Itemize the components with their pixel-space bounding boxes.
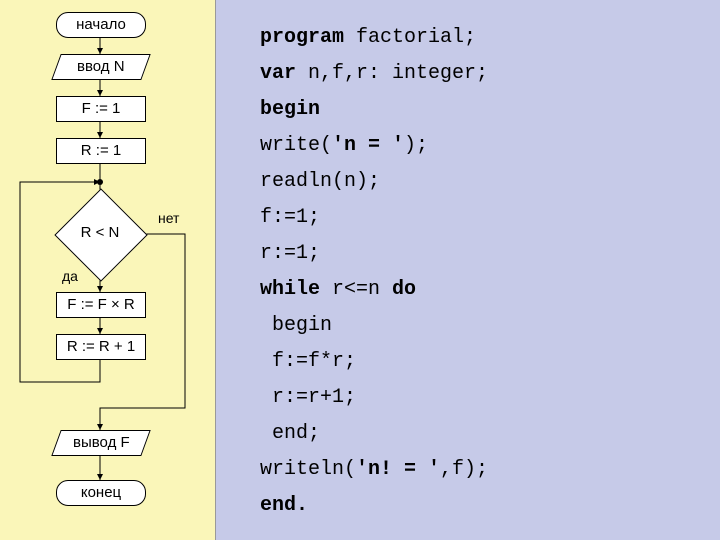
kw-begin: begin <box>260 98 320 121</box>
txt-l1: factorial; <box>344 26 476 49</box>
code-line-8: while r<=n do <box>260 272 488 308</box>
code-line-6: f:=1; <box>260 200 488 236</box>
txt-l5: readln(n); <box>260 170 380 193</box>
txt-l11: r:=r+1; <box>260 386 356 409</box>
flow-proc-f1: F := 1 <box>56 96 146 122</box>
txt-l4a: write( <box>260 134 332 157</box>
flow-proc-f1-label: F := 1 <box>82 100 121 117</box>
flow-proc-r1: R := 1 <box>56 138 146 164</box>
kw-while: while <box>260 278 320 301</box>
code-line-5: readln(n); <box>260 164 488 200</box>
code-line-13: writeln('n! = ',f); <box>260 452 488 488</box>
code-line-9: begin <box>260 308 488 344</box>
flow-proc-inc: R := R + 1 <box>56 334 146 360</box>
code-line-14: end. <box>260 488 488 524</box>
txt-l13b: ,f); <box>440 458 488 481</box>
flow-proc-fr: F := F × R <box>56 292 146 318</box>
flow-input: ввод N <box>51 54 150 80</box>
flow-start: начало <box>56 12 146 38</box>
code-line-12: end; <box>260 416 488 452</box>
flow-input-label: ввод N <box>77 55 125 79</box>
code-line-10: f:=f*r; <box>260 344 488 380</box>
flowchart-panel: начало ввод N F := 1 R := 1 R < N да нет… <box>0 0 216 540</box>
flow-end-label: конец <box>81 484 121 501</box>
code-line-4: write('n = '); <box>260 128 488 164</box>
str-l13: 'n! = ' <box>356 458 440 481</box>
flow-end: конец <box>56 480 146 506</box>
code-line-3: begin <box>260 92 488 128</box>
flow-output: вывод F <box>51 430 150 456</box>
flow-proc-r1-label: R := 1 <box>81 142 121 159</box>
code-line-7: r:=1; <box>260 236 488 272</box>
txt-l8: r<=n <box>320 278 392 301</box>
code-line-11: r:=r+1; <box>260 380 488 416</box>
flow-start-label: начало <box>76 16 126 33</box>
txt-l6: f:=1; <box>260 206 320 229</box>
flow-proc-inc-label: R := R + 1 <box>67 338 135 355</box>
txt-l7: r:=1; <box>260 242 320 265</box>
flow-proc-fr-label: F := F × R <box>67 296 135 313</box>
kw-end: end. <box>260 494 308 517</box>
txt-l12: end; <box>260 422 320 445</box>
kw-var: var <box>260 62 296 85</box>
code-line-1: program factorial; <box>260 20 488 56</box>
txt-l13a: writeln( <box>260 458 356 481</box>
txt-l10: f:=f*r; <box>260 350 356 373</box>
code-line-2: var n,f,r: integer; <box>260 56 488 92</box>
txt-l9: begin <box>260 314 332 337</box>
flow-no-label: нет <box>158 210 179 226</box>
code-panel: program factorial; var n,f,r: integer; b… <box>260 20 488 524</box>
txt-l2: n,f,r: integer; <box>296 62 488 85</box>
flow-decision-label: R < N <box>55 224 145 241</box>
kw-program: program <box>260 26 344 49</box>
kw-do: do <box>392 278 416 301</box>
str-l4: 'n = ' <box>332 134 404 157</box>
flow-output-label: вывод F <box>73 431 130 455</box>
txt-l4b: ); <box>404 134 428 157</box>
flow-yes-label: да <box>62 268 78 284</box>
